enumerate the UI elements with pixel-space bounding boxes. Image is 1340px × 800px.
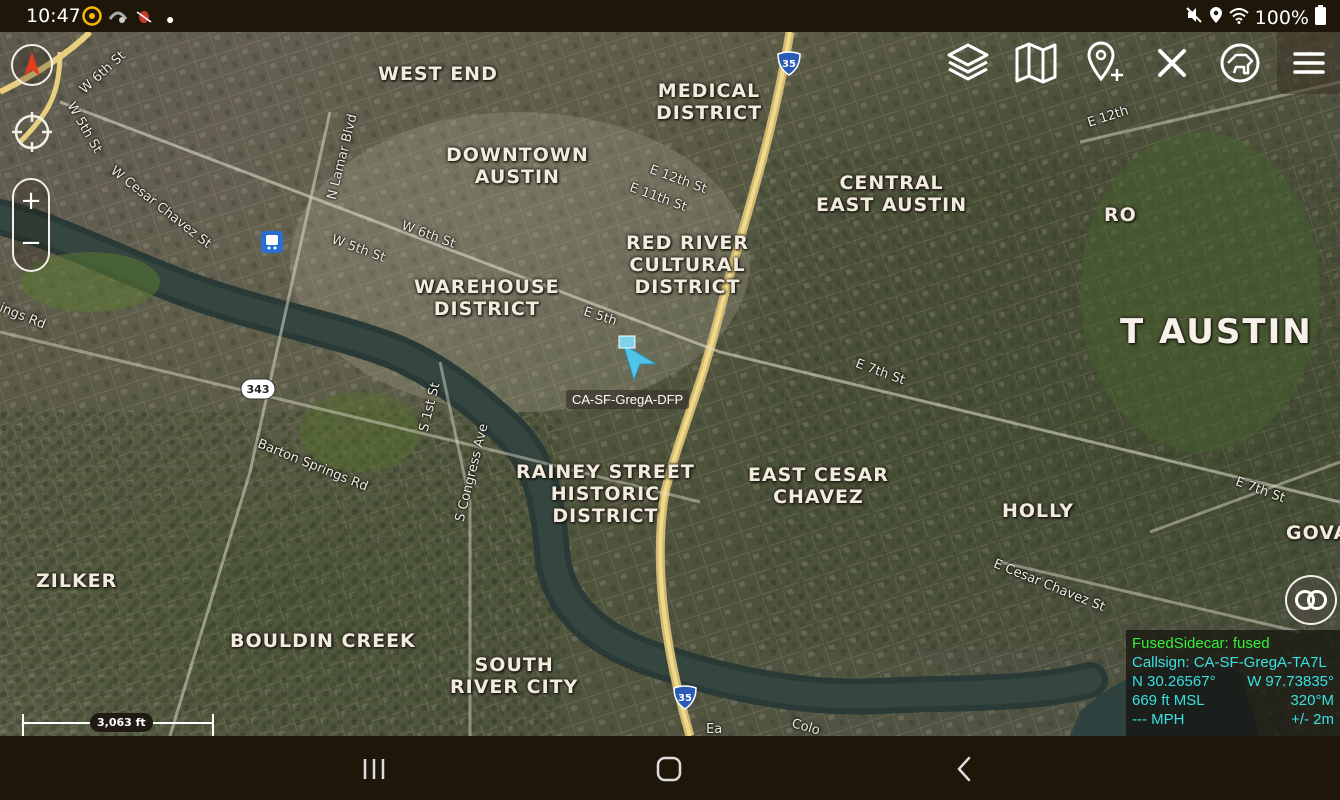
label-gova: GOVA: [1286, 522, 1340, 544]
top-toolbar: [942, 40, 1278, 84]
info-coords-row: N 30.26567° W 97.73835°: [1132, 672, 1334, 691]
label-central-east-austin: CENTRAL EAST AUSTIN: [816, 172, 968, 216]
self-info-panel[interactable]: FusedSidecar: fused Callsign: CA-SF-Greg…: [1126, 630, 1340, 736]
info-callsign: Callsign: CA-SF-GregA-TA7L: [1132, 654, 1327, 671]
scale-bar-tick-right: [212, 714, 214, 736]
label-ro: RO: [1104, 204, 1137, 226]
location-icon: [1209, 6, 1223, 29]
label-red-river: RED RIVER CULTURAL DISTRICT: [626, 232, 750, 298]
scale-bar: 3,063 ft: [22, 710, 216, 736]
label-south-river-city: SOUTH RIVER CITY: [450, 654, 579, 698]
label-holly: HOLLY: [1002, 500, 1075, 522]
battery-percent: 100%: [1254, 6, 1309, 29]
i35-shield-top: 35: [777, 51, 801, 76]
info-fused-status: FusedSidecar: fused: [1132, 635, 1270, 652]
atak-app-icon: [82, 6, 102, 31]
info-heading: 320°M: [1290, 692, 1334, 709]
close-icon: [1158, 49, 1186, 77]
info-alt: 669 ft MSL: [1132, 692, 1205, 709]
crosshair-icon: [12, 112, 52, 152]
transit-icon: [261, 231, 283, 253]
label-medical-district: MEDICAL DISTRICT: [656, 80, 763, 124]
scale-bar-label: 3,063 ft: [90, 713, 153, 732]
map-icon: [1015, 42, 1057, 84]
hamburger-menu-icon: [1292, 52, 1325, 74]
label-west-end: WEST END: [378, 63, 498, 85]
zoom-out-button[interactable]: −: [14, 228, 48, 258]
info-speed: --- MPH: [1132, 711, 1185, 728]
i35-bottom-text: 35: [678, 693, 692, 704]
link-rings-icon: [1295, 590, 1327, 610]
zoom-in-button[interactable]: +: [14, 186, 48, 216]
info-lat: N 30.26567°: [1132, 673, 1216, 690]
battery-icon: [1315, 5, 1326, 30]
android-nav-bar: [0, 736, 1340, 800]
home-icon: [656, 756, 682, 782]
home-button[interactable]: [649, 754, 689, 784]
recent-apps-button[interactable]: [354, 754, 394, 784]
locate-button[interactable]: [10, 110, 54, 154]
add-point-button[interactable]: [1080, 40, 1128, 86]
compass-button[interactable]: [11, 44, 53, 86]
compass-arrow-icon: [24, 52, 40, 76]
info-accuracy: +/- 2m: [1291, 711, 1334, 728]
label-east-cesar-chavez: EAST CESAR CHAVEZ: [748, 464, 889, 508]
bug-icon: [134, 7, 154, 30]
scale-bar-tick-left: [22, 714, 24, 736]
label-zilker: ZILKER: [36, 570, 118, 592]
signal-map-icon: [108, 7, 128, 30]
back-button[interactable]: [944, 754, 984, 784]
status-bar: 10:47 ● 100%: [0, 0, 1340, 32]
hamburger-menu-button[interactable]: [1277, 32, 1340, 94]
layers-button[interactable]: [944, 40, 992, 86]
info-speed-row: --- MPH +/- 2m: [1132, 710, 1334, 729]
mute-icon: [1185, 6, 1203, 29]
label-bouldin-creek: BOULDIN CREEK: [230, 630, 416, 652]
label-warehouse-district: WAREHOUSE DISTRICT: [414, 276, 560, 320]
dot-icon: ●: [166, 10, 175, 27]
i35-top-text: 35: [782, 59, 796, 70]
info-alt-row: 669 ft MSL 320°M: [1132, 691, 1334, 710]
map-button[interactable]: [1012, 40, 1060, 86]
loop343-shield: 343: [240, 378, 276, 400]
label-rainey-street: RAINEY STREET HISTORIC DISTRICT: [516, 461, 695, 527]
link-button[interactable]: [1285, 575, 1337, 625]
zoom-control: + −: [12, 178, 50, 272]
loop343-text: 343: [247, 383, 270, 396]
status-time: 10:47: [26, 5, 81, 27]
self-callsign-label: CA-SF-GregA-DFP: [566, 390, 690, 409]
add-point-icon: [1087, 41, 1123, 82]
map-dog-icon: [1220, 43, 1260, 83]
label-downtown-austin: DOWNTOWN AUSTIN: [446, 144, 589, 188]
layers-icon: [947, 43, 989, 81]
i35-shield-bottom: 35: [673, 685, 697, 710]
info-callsign-row: Callsign: CA-SF-GregA-TA7L: [1132, 653, 1334, 672]
map-dog-button[interactable]: [1216, 40, 1264, 86]
satellite-map[interactable]: 35 35 343 WEST END MEDICAL DISTRICT DOWN…: [0, 32, 1340, 736]
label-east-austin: T AUSTIN: [1120, 312, 1313, 352]
wifi-icon: [1229, 7, 1249, 29]
self-unit-icon: [618, 335, 636, 349]
street-ea: Ea: [706, 722, 723, 736]
recent-apps-icon: [363, 759, 385, 779]
info-lon: W 97.73835°: [1247, 673, 1334, 690]
close-tool-button[interactable]: [1148, 40, 1196, 86]
back-icon: [957, 756, 971, 782]
